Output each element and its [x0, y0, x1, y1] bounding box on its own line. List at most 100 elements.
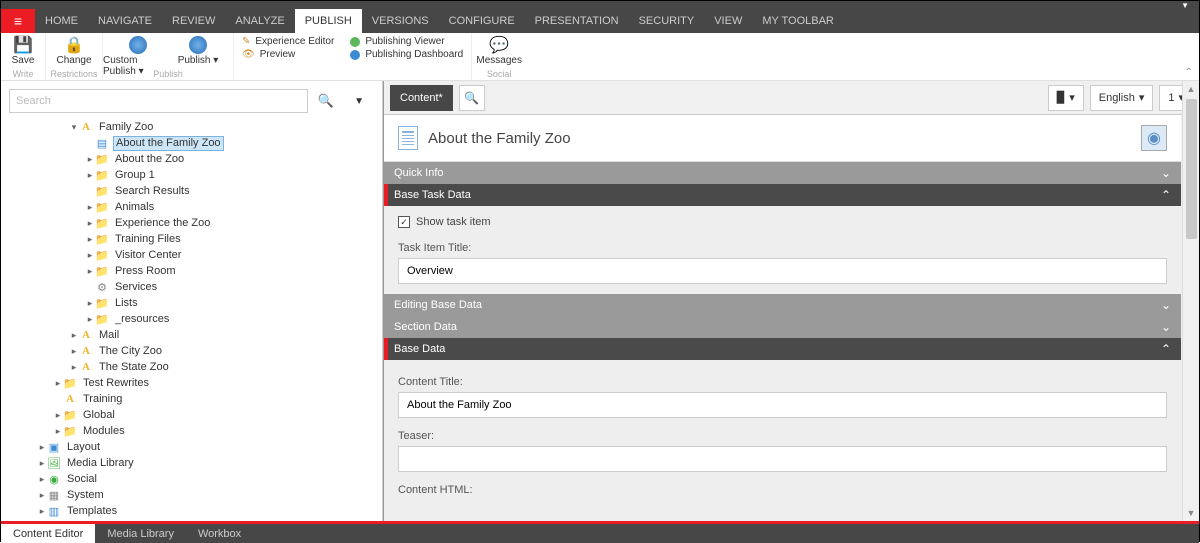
preview-button[interactable]: 👁Preview [242, 49, 334, 60]
tree-item-training-files[interactable]: ▸📁Training Files [1, 231, 382, 247]
tree-label: Services [113, 281, 159, 293]
search-input[interactable]: Search [9, 89, 308, 113]
tree-item-templates[interactable]: ▸▥Templates [1, 503, 382, 519]
chevron-right-icon[interactable]: ▸ [85, 314, 95, 325]
menu-home[interactable]: HOME [35, 9, 88, 33]
tree-item-the-state-zoo[interactable]: ▸AThe State Zoo [1, 359, 382, 375]
chevron-right-icon[interactable]: ▸ [53, 426, 63, 437]
chevron-right-icon[interactable]: ▸ [69, 362, 79, 373]
scroll-down-icon[interactable]: ▼ [1183, 505, 1199, 521]
menu-review[interactable]: REVIEW [162, 9, 225, 33]
chevron-right-icon[interactable]: ▸ [37, 474, 47, 485]
A-icon: A [79, 328, 93, 342]
menu-navigate[interactable]: NAVIGATE [88, 9, 162, 33]
tree-item-about-the-family-zoo[interactable]: ▤About the Family Zoo [1, 135, 382, 151]
language-dropdown[interactable]: English ▾ [1090, 85, 1154, 111]
section-section-data[interactable]: Section Data⌄ [384, 316, 1181, 338]
tree-item-press-room[interactable]: ▸📁Press Room [1, 263, 382, 279]
publishing-viewer-button[interactable]: Publishing Viewer [350, 36, 463, 47]
tree-item-visitor-center[interactable]: ▸📁Visitor Center [1, 247, 382, 263]
experience-editor-button[interactable]: ✎Experience Editor [242, 36, 334, 47]
tree-item-services[interactable]: ⚙Services [1, 279, 382, 295]
tree-item-modules[interactable]: ▸📁Modules [1, 423, 382, 439]
show-task-item-checkbox[interactable]: ✓Show task item [398, 216, 1167, 228]
app-menu-caret-icon[interactable]: ▼ [1181, 1, 1189, 10]
chevron-right-icon[interactable]: ▸ [85, 234, 95, 245]
chevron-right-icon[interactable]: ▸ [85, 202, 95, 213]
messages-button[interactable]: 💬 Messages [472, 33, 526, 66]
folder-icon: 📁 [95, 248, 109, 262]
section-editing-base-data[interactable]: Editing Base Data⌄ [384, 294, 1181, 316]
chevron-right-icon[interactable]: ▸ [53, 378, 63, 389]
tree-item-animals[interactable]: ▸📁Animals [1, 199, 382, 215]
menu-analyze[interactable]: ANALYZE [225, 9, 294, 33]
save-button[interactable]: 💾 Save [1, 33, 45, 66]
lock-owner-avatar[interactable]: ◉ [1141, 125, 1167, 151]
tree-item-experience-the-zoo[interactable]: ▸📁Experience the Zoo [1, 215, 382, 231]
tree-item-system[interactable]: ▸▦System [1, 487, 382, 503]
chevron-right-icon[interactable]: ▸ [85, 218, 95, 229]
tree-item-social[interactable]: ▸◉Social [1, 471, 382, 487]
tree-item-media-library[interactable]: ▸🖼Media Library [1, 455, 382, 471]
tree-item-family-zoo[interactable]: ▾AFamily Zoo [1, 119, 382, 135]
task-title-input[interactable] [398, 258, 1167, 284]
chevron-right-icon[interactable]: ▸ [85, 154, 95, 165]
pub-viewer-label: Publishing Viewer [365, 36, 444, 47]
folder-icon: 📁 [95, 184, 109, 198]
tree-item-lists[interactable]: ▸📁Lists [1, 295, 382, 311]
chevron-right-icon[interactable]: ▸ [85, 298, 95, 309]
change-button[interactable]: 🔒 Change [46, 33, 102, 66]
tree-item-test-rewrites[interactable]: ▸📁Test Rewrites [1, 375, 382, 391]
search-icon[interactable]: 🔍 [314, 93, 338, 109]
scroll-up-icon[interactable]: ▲ [1183, 81, 1199, 97]
layout-icon: ▣ [47, 440, 61, 454]
chevron-right-icon[interactable]: ▸ [37, 442, 47, 453]
bottom-tab-workbox[interactable]: Workbox [186, 524, 253, 543]
search-dropdown-icon[interactable]: ▼ [344, 96, 374, 107]
tree-item--resources[interactable]: ▸📁_resources [1, 311, 382, 327]
tree-item-mail[interactable]: ▸AMail [1, 327, 382, 343]
tree-item-layout[interactable]: ▸▣ Layout [1, 439, 382, 455]
chevron-right-icon[interactable]: ▸ [85, 170, 95, 181]
scroll-thumb[interactable] [1186, 99, 1197, 239]
content-title-input[interactable] [398, 392, 1167, 418]
folder-icon: 📁 [95, 296, 109, 310]
section-quick-info[interactable]: Quick Info⌄ [384, 162, 1181, 184]
chevron-right-icon[interactable]: ▸ [53, 410, 63, 421]
search-content-button[interactable]: 🔍 [459, 85, 485, 111]
chevron-right-icon[interactable]: ▸ [37, 506, 47, 517]
chevron-right-icon[interactable]: ▸ [85, 250, 95, 261]
tree-item-group-1[interactable]: ▸📁Group 1 [1, 167, 382, 183]
tree-item-about-the-zoo[interactable]: ▸📁About the Zoo [1, 151, 382, 167]
chevron-right-icon[interactable]: ▸ [37, 490, 47, 501]
chevron-down-icon[interactable]: ▾ [69, 122, 79, 133]
flag-dropdown[interactable]: ▉▾ [1048, 85, 1084, 111]
chevron-right-icon[interactable]: ▸ [37, 458, 47, 469]
collapse-ribbon-icon[interactable]: ⌃ [1185, 67, 1193, 78]
chevron-right-icon[interactable]: ▸ [69, 330, 79, 341]
tree-label: Layout [65, 441, 102, 453]
content-tree[interactable]: ▾AFamily Zoo▤About the Family Zoo▸📁About… [1, 117, 382, 521]
chevron-right-icon[interactable]: ▸ [85, 266, 95, 277]
menu-versions[interactable]: VERSIONS [362, 9, 439, 33]
menu-presentation[interactable]: PRESENTATION [525, 9, 629, 33]
menu-publish[interactable]: PUBLISH [295, 9, 362, 33]
content-tab[interactable]: Content* [390, 85, 453, 111]
pane-scrollbar[interactable]: ▲▼ [1182, 81, 1199, 521]
bottom-tab-media-library[interactable]: Media Library [95, 524, 186, 543]
menu-view[interactable]: VIEW [704, 9, 752, 33]
publishing-dashboard-button[interactable]: Publishing Dashboard [350, 49, 463, 60]
tree-item-search-results[interactable]: 📁Search Results [1, 183, 382, 199]
chevron-right-icon[interactable]: ▸ [69, 346, 79, 357]
bottom-tab-content-editor[interactable]: Content Editor [1, 524, 95, 543]
tree-item-global[interactable]: ▸📁Global [1, 407, 382, 423]
section-base-task-data[interactable]: Base Task Data⌃ [384, 184, 1181, 206]
teaser-input[interactable] [398, 446, 1167, 472]
menu-my-toolbar[interactable]: MY TOOLBAR [752, 9, 844, 33]
section-base-data[interactable]: Base Data⌃ [384, 338, 1181, 360]
tree-item-the-city-zoo[interactable]: ▸AThe City Zoo [1, 343, 382, 359]
menu-configure[interactable]: CONFIGURE [439, 9, 525, 33]
tree-item-training[interactable]: ATraining [1, 391, 382, 407]
hamburger-button[interactable]: ≡ [1, 9, 35, 33]
menu-security[interactable]: SECURITY [629, 9, 705, 33]
